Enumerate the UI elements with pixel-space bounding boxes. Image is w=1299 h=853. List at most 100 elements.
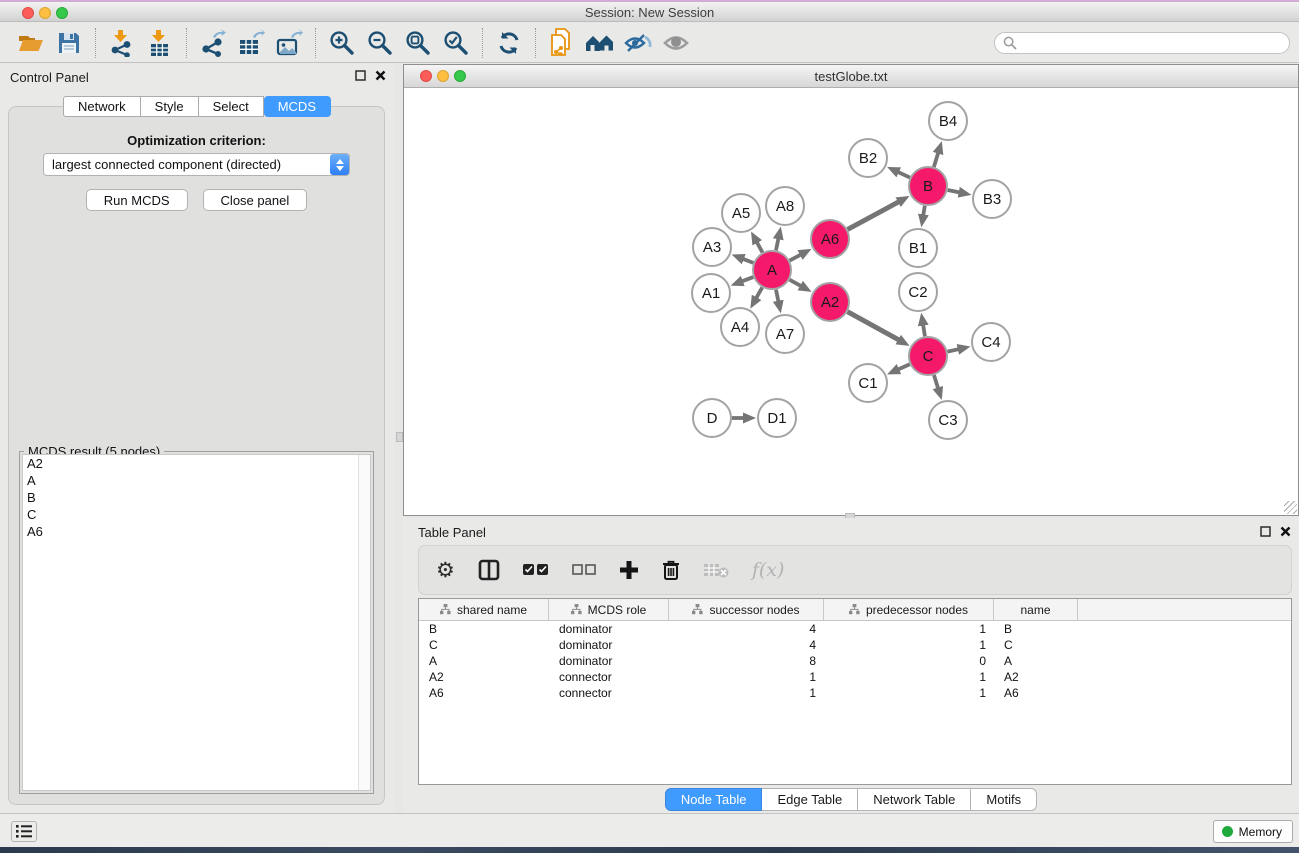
node-A2[interactable]: A2 <box>811 283 849 321</box>
close-panel-icon[interactable] <box>375 70 386 81</box>
edge-A-A4[interactable] <box>756 287 763 299</box>
table-cell[interactable]: 1 <box>824 621 994 637</box>
node-C[interactable]: C <box>909 337 947 375</box>
node-C1[interactable]: C1 <box>849 364 887 402</box>
table-row[interactable]: Adominator80A <box>419 653 1291 669</box>
node-A7[interactable]: A7 <box>766 315 804 353</box>
table-cell[interactable]: connector <box>549 669 669 685</box>
save-session-button[interactable] <box>50 26 88 60</box>
node-B4[interactable]: B4 <box>929 102 967 140</box>
close-panel-icon[interactable] <box>1280 526 1291 537</box>
result-item[interactable]: B <box>23 489 370 506</box>
edge-C-C2[interactable] <box>923 324 925 337</box>
table-cell[interactable]: 8 <box>669 653 824 669</box>
close-panel-button[interactable]: Close panel <box>203 189 308 211</box>
import-table-button[interactable] <box>141 26 179 60</box>
column-header-shared-name[interactable]: shared name <box>419 599 549 620</box>
zoom-selected-button[interactable] <box>437 26 475 60</box>
run-mcds-button[interactable]: Run MCDS <box>86 189 188 211</box>
network-canvas[interactable]: AA1A2A3A4A5A6A7A8BB1B2B3B4CC1C2C3C4DD1 <box>404 88 1298 515</box>
table-cell[interactable]: C <box>994 637 1078 653</box>
table-cell[interactable]: 1 <box>824 637 994 653</box>
node-B3[interactable]: B3 <box>973 180 1011 218</box>
mcds-result-list[interactable]: A2ABCA6 <box>22 454 371 791</box>
function-builder-button[interactable]: f(x) <box>752 555 785 585</box>
result-item[interactable]: A2 <box>23 455 370 472</box>
table-row[interactable]: Cdominator41C <box>419 637 1291 653</box>
table-cell[interactable]: A2 <box>994 669 1078 685</box>
table-cell[interactable]: A <box>419 653 549 669</box>
edge-B-B3[interactable] <box>948 190 961 193</box>
tab-style[interactable]: Style <box>141 96 199 117</box>
import-network-button[interactable] <box>103 26 141 60</box>
table-cell[interactable]: 1 <box>669 685 824 701</box>
column-header-successor-nodes[interactable]: successor nodes <box>669 599 824 620</box>
tab-edge-table[interactable]: Edge Table <box>762 788 858 811</box>
vertical-split-handle[interactable] <box>396 432 403 442</box>
node-C4[interactable]: C4 <box>972 323 1010 361</box>
export-table-button[interactable] <box>232 26 270 60</box>
tab-select[interactable]: Select <box>199 96 264 117</box>
result-item[interactable]: A6 <box>23 523 370 540</box>
show-all-button[interactable] <box>581 26 619 60</box>
edge-A-A6[interactable] <box>790 254 802 260</box>
node-A3[interactable]: A3 <box>693 228 731 266</box>
hide-selected-button[interactable] <box>619 26 657 60</box>
float-panel-icon[interactable] <box>1260 526 1271 537</box>
node-A1[interactable]: A1 <box>692 274 730 312</box>
node-D1[interactable]: D1 <box>758 399 796 437</box>
zoom-fit-button[interactable] <box>399 26 437 60</box>
node-B1[interactable]: B1 <box>899 229 937 267</box>
memory-button[interactable]: Memory <box>1213 820 1293 843</box>
float-panel-icon[interactable] <box>355 70 366 81</box>
table-cell[interactable]: C <box>419 637 549 653</box>
table-cell[interactable]: 1 <box>824 669 994 685</box>
table-cell[interactable]: connector <box>549 685 669 701</box>
node-A4[interactable]: A4 <box>721 308 759 346</box>
node-C3[interactable]: C3 <box>929 401 967 439</box>
node-A8[interactable]: A8 <box>766 187 804 225</box>
window-resize-grip[interactable] <box>1284 501 1297 514</box>
open-session-button[interactable] <box>12 26 50 60</box>
select-all-button[interactable] <box>523 555 549 585</box>
edge-A6-B[interactable] <box>848 201 900 229</box>
criterion-dropdown[interactable]: largest connected component (directed) <box>43 153 350 176</box>
zoom-in-button[interactable] <box>323 26 361 60</box>
table-cell[interactable]: A6 <box>994 685 1078 701</box>
table-cell[interactable]: A2 <box>419 669 549 685</box>
table-cell[interactable]: A6 <box>419 685 549 701</box>
export-network-button[interactable] <box>194 26 232 60</box>
edge-A-A8[interactable] <box>776 237 779 250</box>
node-B2[interactable]: B2 <box>849 139 887 177</box>
column-header-name[interactable]: name <box>994 599 1078 620</box>
table-cell[interactable]: dominator <box>549 653 669 669</box>
edge-C-C1[interactable] <box>897 364 910 370</box>
edge-C-C4[interactable] <box>948 349 960 352</box>
table-cell[interactable]: dominator <box>549 621 669 637</box>
edge-A-A5[interactable] <box>756 241 762 252</box>
edge-A-A3[interactable] <box>742 258 753 262</box>
table-cell[interactable]: B <box>994 621 1078 637</box>
table-row[interactable]: A2connector11A2 <box>419 669 1291 685</box>
tab-motifs[interactable]: Motifs <box>971 788 1037 811</box>
zoom-out-button[interactable] <box>361 26 399 60</box>
result-item[interactable]: C <box>23 506 370 523</box>
node-table[interactable]: shared nameMCDS rolesuccessor nodesprede… <box>418 598 1292 785</box>
delete-table-button[interactable] <box>703 555 729 585</box>
node-B[interactable]: B <box>909 167 947 205</box>
add-row-button[interactable] <box>619 555 639 585</box>
unselect-all-button[interactable] <box>572 555 596 585</box>
search-input[interactable] <box>1017 36 1289 50</box>
export-image-button[interactable] <box>270 26 308 60</box>
table-cell[interactable]: A <box>994 653 1078 669</box>
node-A5[interactable]: A5 <box>722 194 760 232</box>
edge-B-B1[interactable] <box>923 206 925 217</box>
table-cell[interactable]: 1 <box>824 685 994 701</box>
show-columns-button[interactable] <box>478 555 500 585</box>
edge-A2-C[interactable] <box>848 312 900 341</box>
search-field[interactable] <box>994 32 1290 54</box>
tab-mcds[interactable]: MCDS <box>264 96 331 117</box>
column-header-predecessor-nodes[interactable]: predecessor nodes <box>824 599 994 620</box>
result-scrollbar[interactable] <box>358 455 370 790</box>
table-settings-button[interactable]: ⚙ <box>436 555 455 585</box>
